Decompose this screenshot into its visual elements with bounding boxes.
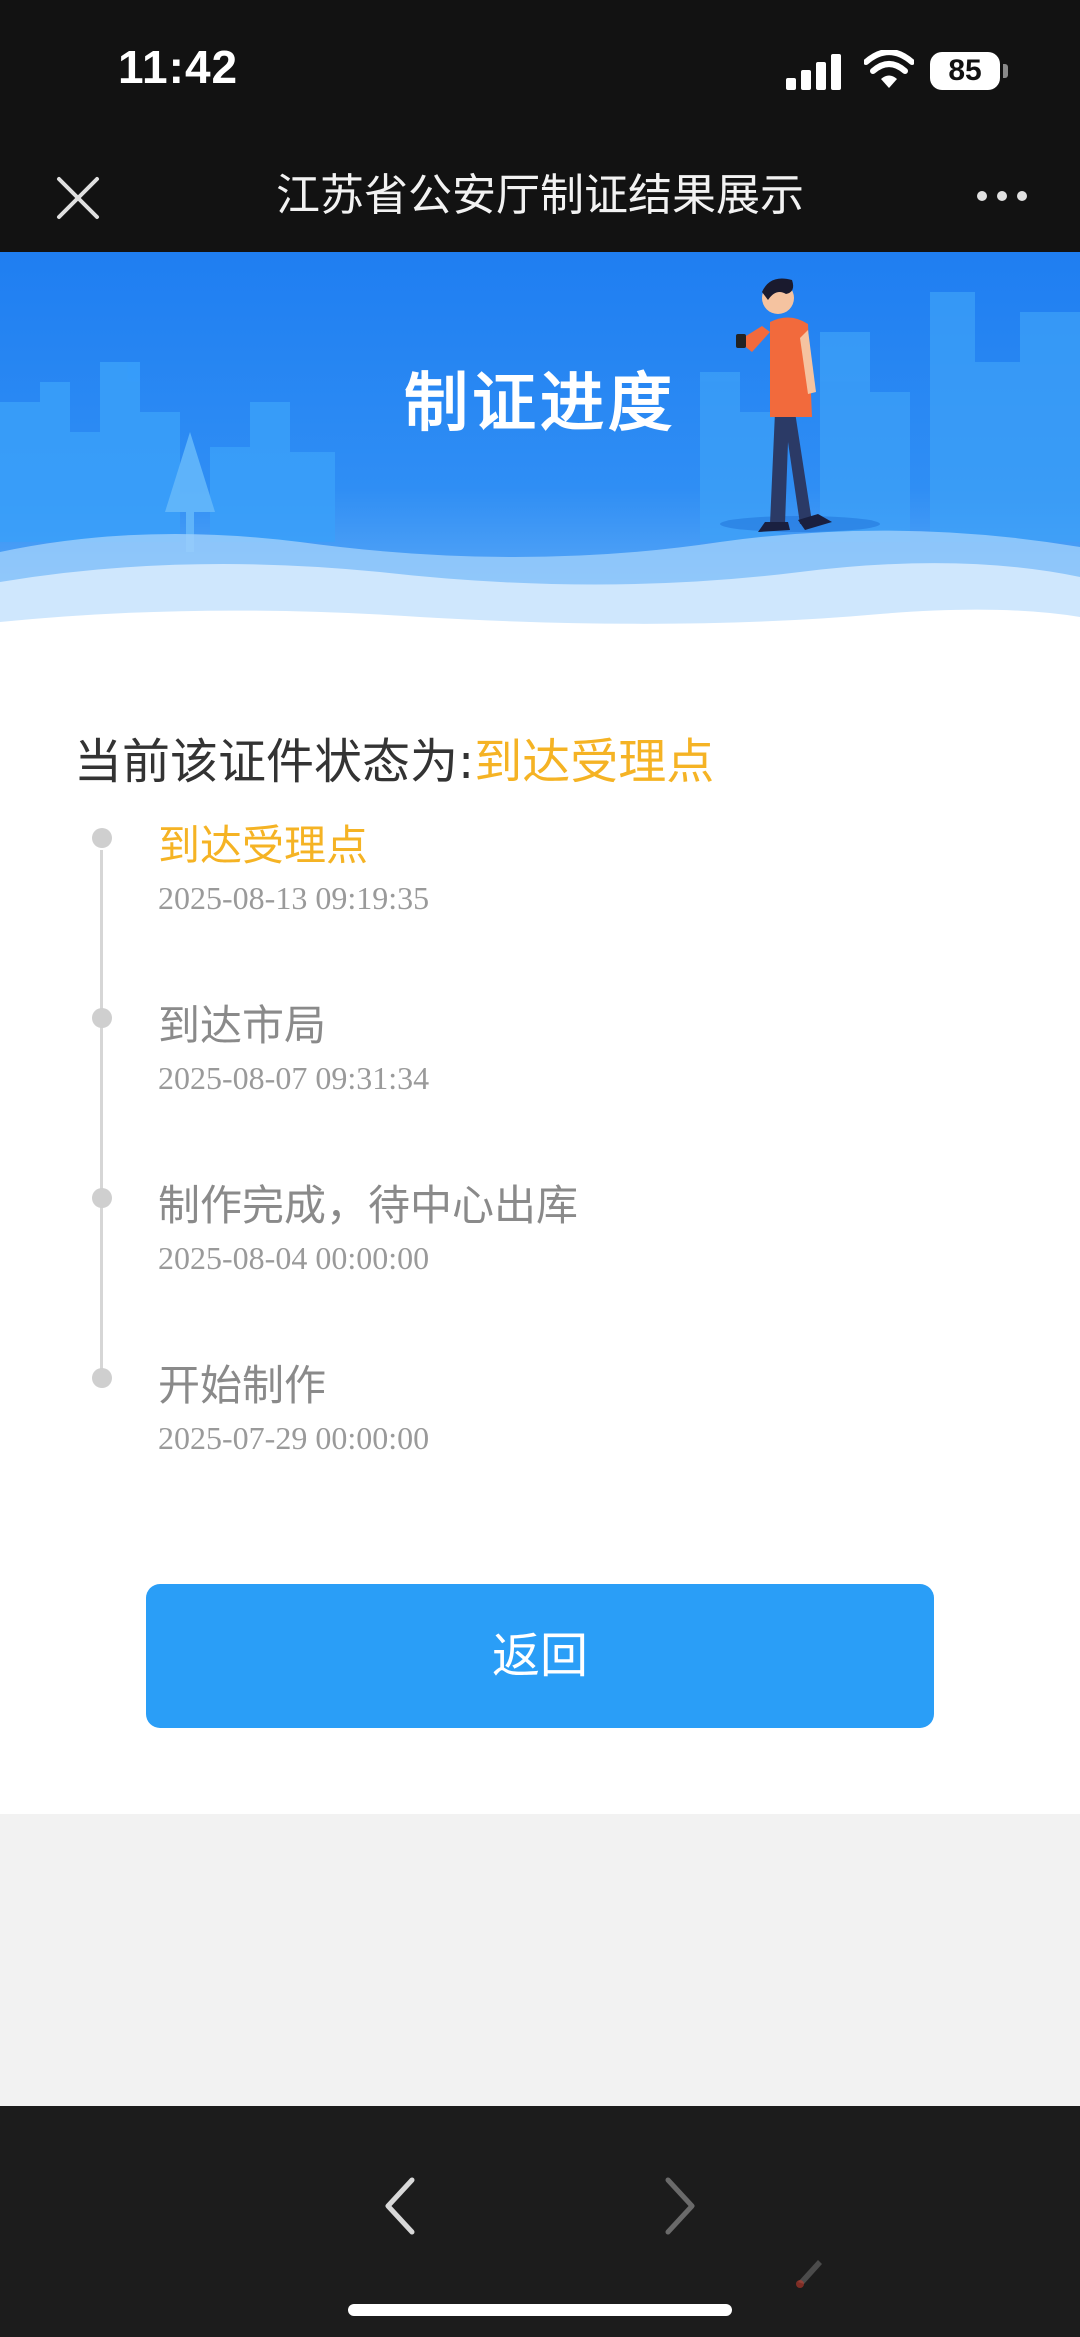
timeline-label: 制作完成，待中心出库 (158, 1181, 579, 1230)
watermark-icon (796, 2260, 822, 2288)
nav-bar: 江苏省公安厅制证结果展示 (0, 140, 1080, 252)
timeline-time: 2025-08-13 09:19:35 (158, 880, 430, 916)
timeline-time: 2025-07-29 00:00:00 (158, 1420, 430, 1456)
timeline-time: 2025-08-04 00:00:00 (158, 1240, 430, 1276)
timeline-label: 到达受理点 (158, 821, 369, 870)
banner: 制证进度 (0, 252, 1080, 682)
chevron-right-icon (665, 2177, 695, 2235)
browser-forward-button[interactable] (650, 2168, 710, 2244)
status-heading: 当前该证件状态为:到达受理点 (74, 722, 714, 792)
timeline-item: 到达受理点 2025-08-13 09:19:35 (0, 820, 1080, 970)
timeline-item: 开始制作 2025-07-29 00:00:00 (0, 1360, 1080, 1510)
chevron-left-icon (385, 2177, 415, 2235)
timeline-item: 制作完成，待中心出库 2025-08-04 00:00:00 (0, 1180, 1080, 1330)
timeline-dot (92, 1008, 112, 1028)
timeline-dot (92, 828, 112, 848)
timeline-dot (92, 1188, 112, 1208)
status-bar: 11:42 85 (0, 0, 1080, 140)
page: 11:42 85 江苏省公安厅制证结果展示 制证进度 当前该证件状态为:到达受理… (0, 0, 1080, 2337)
content-card: 当前该证件状态为:到达受理点 到达受理点 2025-08-13 09:19:35… (0, 682, 1080, 1814)
back-button[interactable]: 返回 (146, 1584, 934, 1728)
timeline-label: 到达市局 (158, 1001, 327, 1050)
battery-tip (1003, 64, 1008, 78)
battery-icon: 85 (930, 52, 1010, 92)
more-icon (977, 191, 1027, 201)
timeline-dot (92, 1368, 112, 1388)
wifi-icon (864, 50, 914, 88)
battery-level: 85 (948, 54, 982, 87)
browser-toolbar (0, 2106, 1080, 2337)
close-button[interactable] (40, 160, 116, 232)
timeline-label: 开始制作 (158, 1361, 327, 1410)
browser-back-button[interactable] (370, 2168, 430, 2244)
timeline-time: 2025-08-07 09:31:34 (158, 1060, 430, 1096)
current-status: 到达受理点 (474, 734, 715, 790)
timeline: 到达受理点 2025-08-13 09:19:35 到达市局 2025-08-0… (0, 820, 1080, 1520)
more-button[interactable] (960, 164, 1044, 228)
banner-illustration (0, 278, 1080, 682)
page-title: 江苏省公安厅制证结果展示 (276, 170, 804, 221)
home-indicator (348, 2304, 732, 2316)
timeline-item: 到达市局 2025-08-07 09:31:34 (0, 1000, 1080, 1150)
banner-title: 制证进度 (404, 367, 676, 441)
status-time: 11:42 (118, 41, 239, 93)
signal-icon (786, 54, 841, 90)
close-icon (57, 177, 99, 219)
status-prefix: 当前该证件状态为: (74, 734, 475, 790)
